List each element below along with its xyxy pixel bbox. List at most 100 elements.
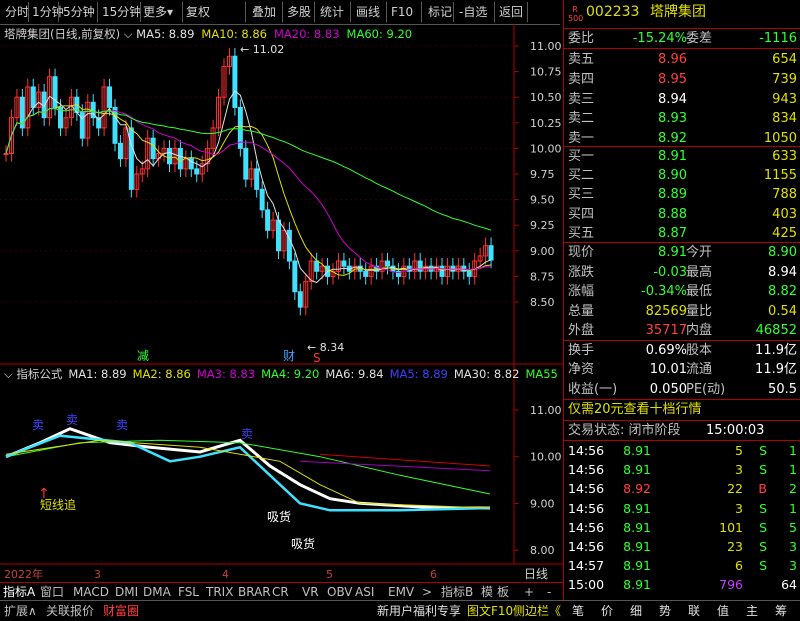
candle-body [3,153,9,156]
sell-annotation: 卖 [241,427,253,441]
chevron-down-icon[interactable]: ⌵ [120,27,136,41]
indicator-tab-17[interactable]: + [524,584,534,600]
status-left-item-2[interactable]: 财富圈 [103,603,139,619]
stat-value: 8.90 [768,245,797,260]
toolbar-item-7[interactable]: 多股 [287,3,311,21]
indicator-y-tick-label: 8.00 [530,544,555,557]
ma10-line [5,103,492,276]
tick-count: 3 [789,558,797,574]
candle-body [117,142,123,160]
y-tick-label: 11.00 [530,40,562,53]
indicator-title: 指标公式 [16,367,63,381]
status-left-item-1[interactable]: 关联报价 [46,603,94,619]
indicator-tab-0[interactable]: 指标A [3,584,35,600]
ask-row[interactable]: 卖二 8.93 834 [564,109,800,128]
toolbar-item-11[interactable]: 标记 [428,3,452,21]
ask-row[interactable]: 卖五 8.96 654 [564,50,800,69]
indicator-chart-header: ⌵ 指标公式 MA1: 8.89 MA2: 8.86 MA3: 8.83 MA4: 9.… [4,366,564,382]
toolbar-item-6[interactable]: 叠加 [252,3,276,21]
indicator-tabs: 指标A 窗口 MACD DMI DMA FSL TRIX BRAR CR VR OBV ASI EMV >… [0,582,563,601]
accumulate-annotation: 吸货 [291,536,315,551]
toolbar-divider [58,2,59,22]
panel-switch-5[interactable]: 值 [717,603,729,619]
indicator-tab-2[interactable]: MACD [73,584,109,600]
panel-switch-0[interactable]: 笔 [572,603,584,619]
indicator-tab-11[interactable]: ASI [355,584,374,600]
tick-time: 14:57 [568,558,605,574]
bid-price: 8.87 [658,225,687,241]
ask-row[interactable]: 卖三 8.94 943 [564,90,800,109]
stat-label: 量比 [686,303,713,319]
panel-switch-4[interactable]: 联 [688,603,700,619]
candle-body [341,260,347,267]
indicator-tab-14[interactable]: 指标B [441,584,473,600]
fundamental-value: 0.050 [649,381,687,397]
sidebar-toggle[interactable]: 侧边栏《 [513,603,561,619]
bid-row[interactable]: 买四 8.88 403 [564,205,800,224]
indicator-tab-7[interactable]: BRAR [238,584,271,600]
indicator-tab-10[interactable]: OBV [327,584,353,600]
fundamental-label: 净资 [568,362,595,378]
level10-promo-link[interactable]: 仅需20元查看十档行情 [564,400,800,419]
candle-body [254,168,260,190]
tick-count: 5 [789,519,797,535]
panel-switch-6[interactable]: 主 [746,603,758,619]
indicator-tab-4[interactable]: DMA [143,584,171,600]
bid-volume: 633 [772,149,797,164]
reduce-holdings-mark: 减 [137,349,149,363]
bid-row[interactable]: 买五 8.87 425 [564,224,800,243]
indicator-tab-12[interactable]: EMV [388,584,414,600]
toolbar-item-2[interactable]: 5分钟 [63,3,95,21]
candle-body [297,291,303,308]
indicator-tab-16[interactable]: 板 [497,584,509,600]
toolbar-item-8[interactable]: 统计 [320,3,344,21]
toolbar-item-9[interactable]: 画线 [356,3,380,21]
toolbar-item-3[interactable]: 15分钟 [102,3,141,21]
divider [564,48,800,49]
toolbar-item-5[interactable]: 复权 [186,3,210,21]
toolbar-item-13[interactable]: 返回 [499,3,523,21]
toolbar-item-10[interactable]: F10 [391,3,413,21]
bid-row[interactable]: 买三 8.89 788 [564,185,800,204]
indicator-tab-5[interactable]: FSL [178,584,199,600]
bid-volume: 788 [772,187,797,203]
panel-switch-3[interactable]: 势 [659,603,671,619]
bid-label: 买四 [568,206,595,222]
indicator-tab-1[interactable]: 窗口 [40,584,64,600]
ma-legend-2: MA20: 8.83 [273,27,340,41]
bid-row[interactable]: 买二 8.90 1155 [564,166,800,185]
panel-switch-1[interactable]: 价 [601,603,613,619]
tick-count: 64 [781,577,797,593]
toolbar-item-0[interactable]: 分时 [5,3,29,21]
toolbar-divider [282,2,283,22]
panel-switch-2[interactable]: 细 [630,603,642,619]
toolbar-divider [314,2,315,22]
weicha-value: -1116 [759,31,797,46]
ask-row[interactable]: 卖四 8.95 739 [564,70,800,89]
stat-value: 82569 [645,303,687,319]
indicator-tab-3[interactable]: DMI [115,584,138,600]
indicator-tab-6[interactable]: TRIX [206,584,233,600]
toolbar-item-12[interactable]: -自选 [459,3,487,21]
indicator-tab-15[interactable]: 模 [481,584,493,600]
indicator-tab-18[interactable]: - [547,584,551,600]
panel-switch-7[interactable]: 筹 [775,603,787,619]
status-left-item-0[interactable]: 扩展∧ [4,603,37,619]
bid-price: 8.91 [658,149,687,164]
indicator-tab-8[interactable]: CR [272,584,289,600]
candle-body [259,188,265,211]
indicator-tab-9[interactable]: VR [302,584,319,600]
tick-side: S [759,539,767,554]
f10-link[interactable]: 图文F10 [467,603,513,619]
promo-text[interactable]: 仅需20元查看十档行情 [568,400,702,419]
toolbar-item-4[interactable]: 更多▾ [143,3,173,21]
bid-row[interactable]: 买一 8.91 633 [564,147,800,166]
candle-body [167,147,172,165]
new-user-promo-link[interactable]: 新用户福利专享 [377,603,461,619]
stat-value: 46852 [755,323,797,338]
ask-label: 卖三 [568,91,595,107]
chevron-down-icon[interactable]: ⌵ [4,367,16,381]
ask-volume: 739 [772,71,797,87]
indicator-tab-13[interactable]: > [422,584,432,600]
kline-chart-area[interactable]: 11.00 10.75 10.50 10.25 10.00 9.75 9.50 9.25 9.0… [0,24,563,582]
